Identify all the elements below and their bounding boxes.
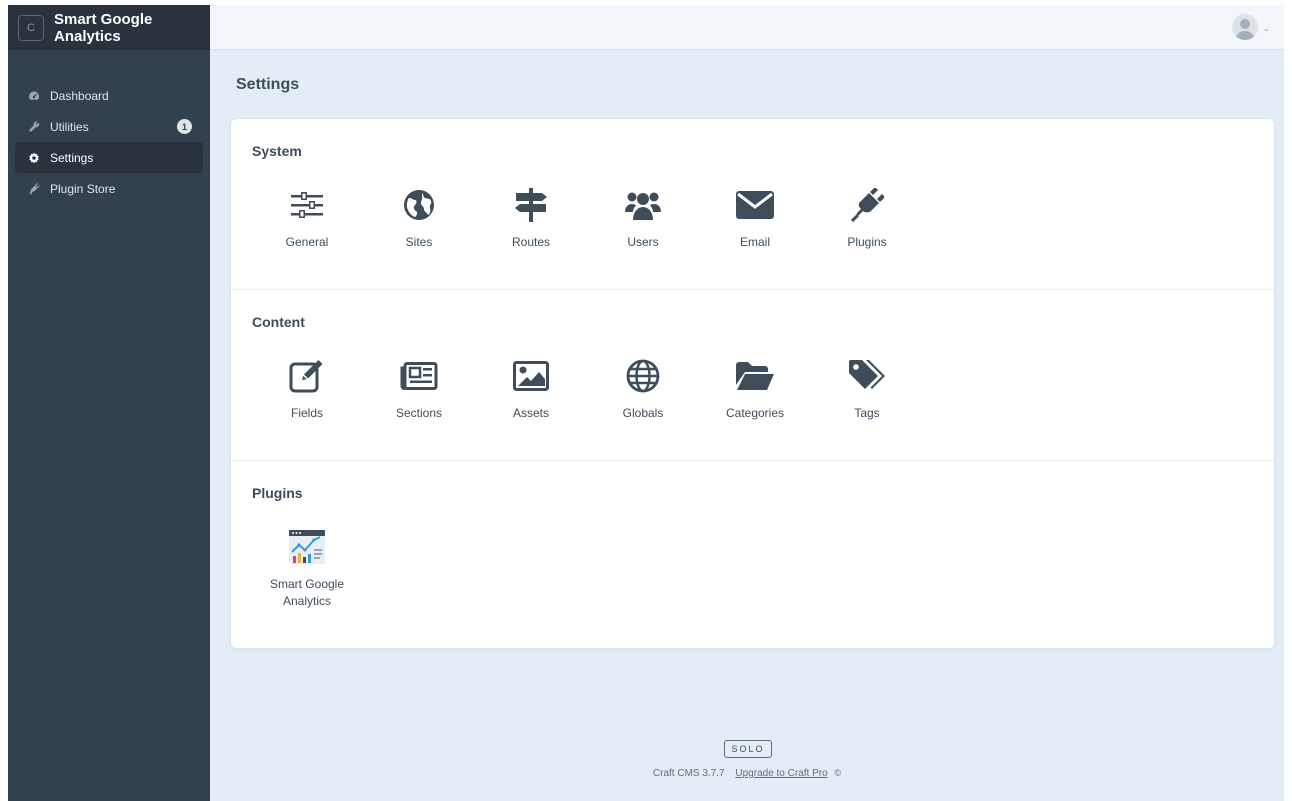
tile-label: Globals xyxy=(622,406,664,420)
tile-routes[interactable]: Routes xyxy=(475,185,587,251)
gear-icon xyxy=(28,152,40,164)
sliders-icon xyxy=(287,185,327,225)
section-system: System General Sites Routes Users Email … xyxy=(231,119,1274,289)
edition-badge: SOLO xyxy=(724,740,772,758)
sidebar-item-utilities[interactable]: Utilities 1 xyxy=(15,111,203,142)
tile-email[interactable]: Email xyxy=(699,185,811,251)
tile-smart-google-analytics[interactable]: Smart Google Analytics xyxy=(251,527,363,610)
page-title: Settings xyxy=(236,76,300,93)
sidebar-item-label: Settings xyxy=(50,150,94,165)
tile-label: Categories xyxy=(725,406,785,420)
tile-globals[interactable]: Globals xyxy=(587,356,699,422)
tile-label: General xyxy=(285,235,329,249)
tile-users[interactable]: Users xyxy=(587,185,699,251)
notification-badge: 1 xyxy=(177,119,192,134)
folder-open-icon xyxy=(735,356,775,396)
tile-fields[interactable]: Fields xyxy=(251,356,363,422)
sidebar-item-label: Plugin Store xyxy=(50,181,116,196)
plug-icon xyxy=(28,182,40,195)
chevron-down-icon[interactable]: ⌄ xyxy=(1262,23,1270,34)
section-title: Plugins xyxy=(252,485,303,501)
copyright-icon: © xyxy=(834,768,842,778)
users-icon xyxy=(623,185,663,225)
tile-grid: Smart Google Analytics xyxy=(251,527,363,610)
sidebar-nav: Dashboard Utilities 1 Settings Plugin St… xyxy=(8,80,210,204)
plug-icon xyxy=(847,185,887,225)
section-title: Content xyxy=(252,314,305,330)
version-text: Craft CMS 3.7.7 xyxy=(652,768,725,779)
tile-sites[interactable]: Sites xyxy=(363,185,475,251)
sidebar-item-settings[interactable]: Settings xyxy=(15,142,203,173)
tile-categories[interactable]: Categories xyxy=(699,356,811,422)
settings-card: System General Sites Routes Users Email … xyxy=(231,119,1274,648)
edit-icon xyxy=(287,356,327,396)
newspaper-icon xyxy=(399,356,439,396)
tile-tags[interactable]: Tags xyxy=(811,356,923,422)
tile-label: Smart Google Analytics xyxy=(269,577,345,608)
site-brand[interactable]: C Smart Google Analytics xyxy=(8,5,210,50)
tile-label: Routes xyxy=(511,235,551,249)
tile-grid: General Sites Routes Users Email Plugins xyxy=(251,185,923,251)
app-frame: C Smart Google Analytics Dashboard Utili… xyxy=(8,5,1284,801)
top-bar: ⌄ xyxy=(210,5,1284,50)
envelope-icon xyxy=(735,185,775,225)
sidebar-item-dashboard[interactable]: Dashboard xyxy=(15,80,203,111)
tile-grid: Fields Sections Assets Globals Categorie… xyxy=(251,356,923,422)
tile-assets[interactable]: Assets xyxy=(475,356,587,422)
image-icon xyxy=(511,356,551,396)
tile-label: Fields xyxy=(290,406,323,420)
globe-icon xyxy=(399,185,439,225)
section-title: System xyxy=(252,143,302,159)
wrench-icon xyxy=(28,120,40,133)
tile-label: Sites xyxy=(405,235,433,249)
tile-label: Assets xyxy=(512,406,549,420)
site-name: Smart Google Analytics xyxy=(54,10,153,45)
tile-label: Tags xyxy=(854,406,880,420)
user-avatar-icon[interactable] xyxy=(1232,14,1258,40)
sidebar-item-plugin-store[interactable]: Plugin Store xyxy=(15,173,203,204)
tags-icon xyxy=(847,356,887,396)
section-content: Content Fields Sections Assets Globals C… xyxy=(231,289,1274,460)
tile-label: Email xyxy=(739,235,770,249)
tile-label: Users xyxy=(627,235,659,249)
sidebar-item-label: Dashboard xyxy=(50,88,109,103)
upgrade-link[interactable]: Upgrade to Craft Pro xyxy=(735,768,827,779)
tile-label: Sections xyxy=(395,406,443,420)
site-logo: C xyxy=(18,14,44,41)
globe-grid-icon xyxy=(623,356,663,396)
sidebar-item-label: Utilities xyxy=(50,119,89,134)
main-content: ⌄ Settings System General Sites Routes U… xyxy=(210,5,1284,801)
tile-plugins[interactable]: Plugins xyxy=(811,185,923,251)
tile-general[interactable]: General xyxy=(251,185,363,251)
tile-sections[interactable]: Sections xyxy=(363,356,475,422)
sidebar: C Smart Google Analytics Dashboard Utili… xyxy=(8,5,210,801)
gauge-icon xyxy=(28,90,40,102)
signpost-icon xyxy=(511,185,551,225)
footer: SOLO Craft CMS 3.7.7 Upgrade to Craft Pr… xyxy=(210,740,1284,779)
analytics-chart-icon xyxy=(287,527,327,567)
tile-label: Plugins xyxy=(847,235,887,249)
section-plugins: Plugins Smart Google Analytics xyxy=(231,460,1274,648)
